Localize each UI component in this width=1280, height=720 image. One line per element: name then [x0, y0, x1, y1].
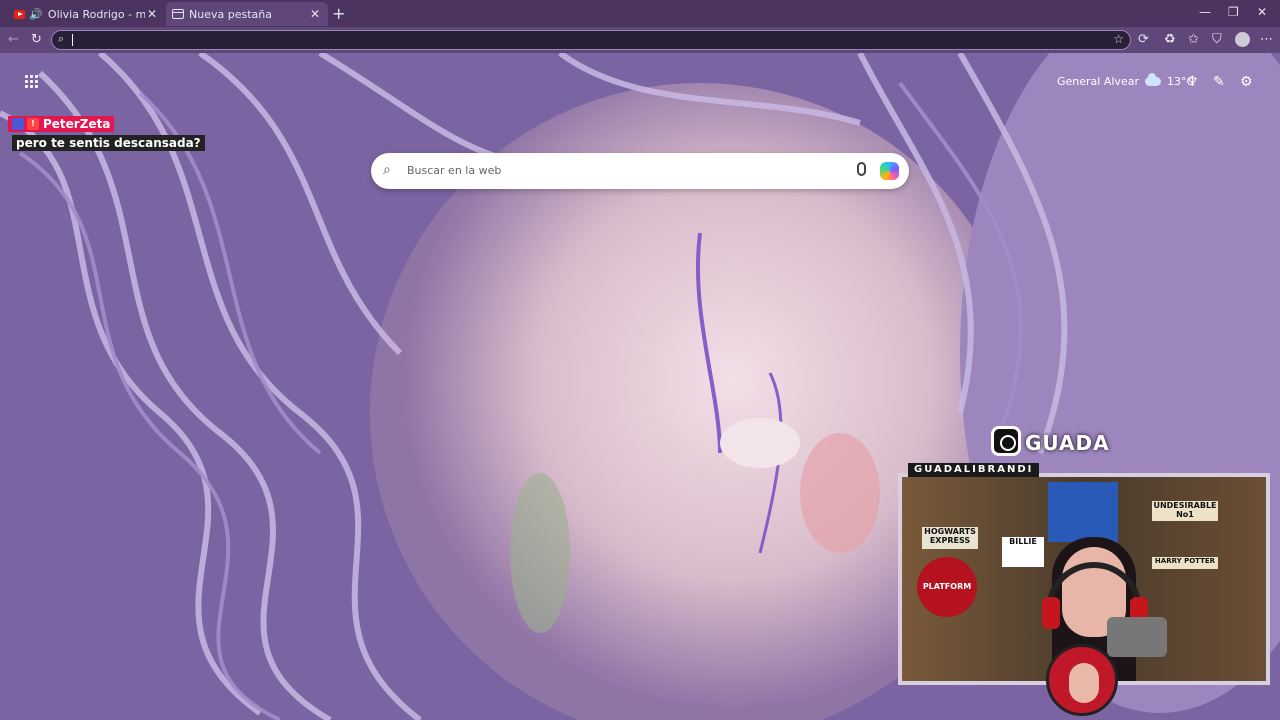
chat-message: pero te sentis descansada? [12, 135, 205, 151]
weather-widget[interactable]: General Alvear 13°C [1057, 73, 1194, 88]
cloud-icon [1144, 73, 1161, 86]
settings-gear-icon[interactable]: ⚙ [1240, 74, 1253, 90]
extension-icon[interactable]: ⟳ [1138, 32, 1149, 48]
close-tab-icon[interactable]: ✕ [308, 7, 322, 21]
browser-essentials-icon[interactable]: ♻ [1164, 32, 1176, 48]
poster-billie: BILLIE [1002, 537, 1044, 567]
back-icon[interactable]: ← [8, 32, 19, 48]
copilot-icon[interactable] [880, 162, 899, 180]
poster-undesirable: UNDESIRABLE No1 [1152, 501, 1218, 521]
weather-location: General Alvear [1057, 75, 1139, 88]
webcam-title: GUADALIBRANDI [908, 463, 1040, 477]
search-icon: ⌕ [58, 32, 65, 45]
search-icon: ⌕ [383, 162, 391, 178]
new-tab-icon[interactable]: + [332, 4, 345, 23]
favorites-icon[interactable]: ✩ [1188, 32, 1199, 48]
tab-label: Nueva pestaña [189, 7, 272, 21]
poster-harry-potter: HARRY POTTER [1152, 557, 1218, 569]
profile-avatar[interactable] [1235, 32, 1250, 47]
edit-icon[interactable]: ✎ [1213, 74, 1225, 90]
poster-hogwarts: HOGWARTS EXPRESS [922, 527, 978, 549]
subscriber-badge-icon [12, 118, 24, 130]
page-icon [172, 9, 184, 19]
apps-launcher-icon[interactable] [25, 75, 39, 89]
instagram-icon [991, 426, 1021, 456]
tab-olivia-rodrigo[interactable]: 🔊 Olivia Rodrigo - my way (Lyric ✕ [8, 2, 165, 26]
tab-label: Olivia Rodrigo - my way (Lyric [47, 7, 145, 21]
minimize-icon[interactable]: — [1199, 5, 1211, 19]
microphone-icon[interactable] [857, 162, 866, 176]
chat-username-badge: ! PeterZeta [8, 116, 115, 132]
youtube-icon [14, 9, 26, 19]
chat-username: PeterZeta [43, 117, 111, 131]
poster-platform: PLATFORM 9¾ [917, 557, 977, 617]
moderator-badge-icon: ! [27, 118, 39, 130]
web-search-box[interactable]: ⌕ Buscar en la web [371, 153, 909, 189]
more-menu-icon[interactable]: ⋯ [1260, 32, 1273, 48]
close-tab-icon[interactable]: ✕ [145, 7, 159, 21]
toolbar: ← ↻ ⌕ ☆ ⟳ ♻ ✩ ⛉ ⋯ [0, 27, 1280, 53]
close-window-icon[interactable]: ✕ [1257, 5, 1267, 19]
refresh-icon[interactable]: ↻ [31, 32, 42, 48]
instagram-handle: GUADA [1025, 431, 1110, 455]
shield-icon[interactable]: ⛉ [1212, 32, 1222, 48]
search-placeholder: Buscar en la web [407, 164, 502, 177]
rewards-icon[interactable]: ♆ [1186, 74, 1199, 90]
address-bar[interactable]: ⌕ ☆ [51, 30, 1131, 50]
browser-window: 🔊 Olivia Rodrigo - my way (Lyric ✕ Nueva… [0, 0, 1280, 720]
tab-strip: 🔊 Olivia Rodrigo - my way (Lyric ✕ Nueva… [0, 0, 1280, 27]
restore-icon[interactable]: ❐ [1228, 5, 1239, 19]
favorite-star-icon[interactable]: ☆ [1113, 32, 1124, 46]
text-cursor [72, 34, 73, 46]
tab-nueva-pestana[interactable]: Nueva pestaña ✕ [166, 2, 328, 26]
streamer-avatar [1046, 644, 1118, 716]
microphone [1107, 617, 1167, 657]
speaker-icon[interactable]: 🔊 [29, 8, 43, 21]
